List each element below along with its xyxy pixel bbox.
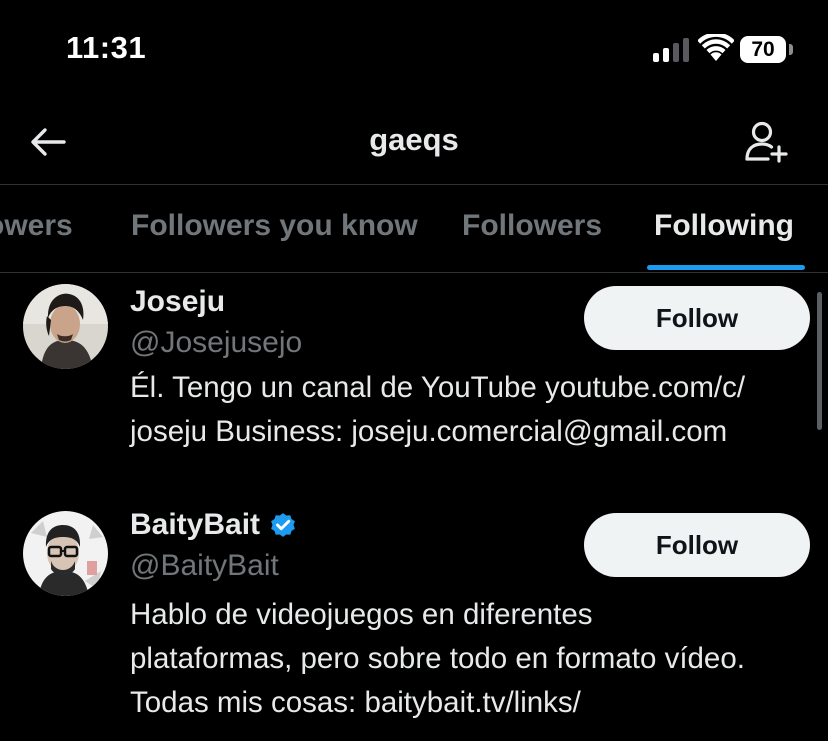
tab-followers[interactable]: Followers xyxy=(462,209,602,243)
active-tab-indicator xyxy=(647,265,805,270)
battery-level: 70 xyxy=(751,37,775,61)
verified-badge-icon xyxy=(268,510,298,540)
status-bar: 11:31 70 xyxy=(0,0,828,100)
avatar[interactable] xyxy=(23,511,108,596)
bio-line: Todas mis cosas: baitybait.tv/links/ xyxy=(130,686,581,719)
user-display-name: Joseju xyxy=(130,285,226,318)
bio-line: Hablo de videojuegos en diferentes xyxy=(130,598,593,631)
user-list-item[interactable]: Joseju @Josejusejo Él. Tengo un canal de… xyxy=(0,272,828,487)
user-display-name: BaityBait xyxy=(130,508,261,541)
tab-verified-followers[interactable]: owers xyxy=(0,209,73,243)
follow-button[interactable]: Follow xyxy=(584,513,810,577)
follow-button[interactable]: Follow xyxy=(584,286,810,350)
avatar[interactable] xyxy=(23,284,108,369)
bio-line: joseju Business: joseju.comercial@gmail.… xyxy=(130,415,728,448)
bio-line: Él. Tengo un canal de YouTube youtube.co… xyxy=(130,371,746,404)
user-bio: Hablo de videojuegos en diferentes plata… xyxy=(130,593,810,725)
tab-bar: owers Followers you know Followers Follo… xyxy=(0,185,828,272)
tab-following[interactable]: Following xyxy=(654,209,794,243)
user-handle: @BaityBait xyxy=(130,549,279,582)
person-add-icon xyxy=(745,121,788,163)
user-handle: @Josejusejo xyxy=(130,326,303,359)
bio-line: plataformas, pero sobre todo en formato … xyxy=(130,642,745,675)
signal-icon xyxy=(653,38,691,62)
user-list-item[interactable]: BaityBait @BaityBait Hablo de videojuego… xyxy=(0,487,828,741)
wifi-icon xyxy=(697,32,735,62)
scrollbar[interactable] xyxy=(817,292,822,430)
add-user-button[interactable] xyxy=(738,114,794,170)
page-title: gaeqs xyxy=(369,122,459,157)
battery-tip xyxy=(789,44,793,55)
top-app-bar: gaeqs xyxy=(0,100,828,184)
user-name-line: Joseju xyxy=(130,285,225,319)
battery-icon: 70 xyxy=(740,36,786,63)
status-time: 11:31 xyxy=(66,30,147,65)
user-name-line: BaityBait xyxy=(130,508,298,542)
tab-followers-you-know[interactable]: Followers you know xyxy=(131,209,418,243)
user-bio: Él. Tengo un canal de YouTube youtube.co… xyxy=(130,366,810,454)
